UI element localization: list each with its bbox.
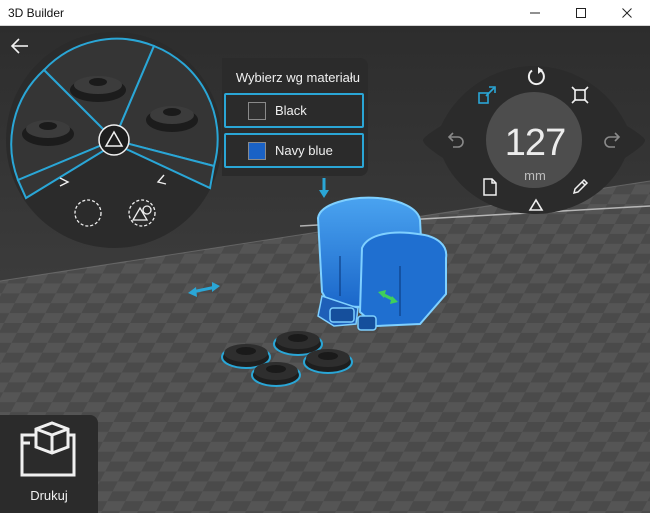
document-button[interactable] [477, 174, 503, 200]
material-option-navy-blue[interactable]: Navy blue [224, 133, 364, 168]
wheel-select-icon[interactable] [98, 124, 130, 156]
print-3d-icon [20, 421, 76, 477]
material-option-label: Navy blue [275, 143, 333, 158]
maximize-button[interactable] [558, 0, 604, 26]
redo-icon [604, 132, 621, 148]
close-button[interactable] [604, 0, 650, 26]
wheel-part-icon [70, 76, 126, 102]
size-control: 127 mm [421, 66, 647, 214]
minimize-button[interactable] [512, 0, 558, 26]
move-button[interactable] [475, 82, 501, 108]
maximize-icon [576, 8, 586, 18]
title-bar: 3D Builder [0, 0, 650, 26]
minimize-icon [530, 12, 540, 14]
rotate-icon [527, 67, 545, 86]
print-button[interactable]: Drukuj [0, 415, 98, 513]
rotate-button[interactable] [523, 64, 549, 90]
print-label: Drukuj [30, 488, 68, 503]
lock-aspect-button[interactable] [523, 192, 549, 218]
fit-button[interactable] [567, 82, 593, 108]
close-icon [622, 8, 632, 18]
document-icon [483, 178, 497, 196]
edit-button[interactable] [567, 174, 593, 200]
material-panel: Wybierz wg materiału Black Navy blue [222, 58, 368, 176]
fit-icon [571, 86, 589, 104]
redo-button[interactable] [601, 128, 627, 154]
pencil-icon [572, 178, 589, 195]
undo-icon [447, 132, 464, 148]
material-option-black[interactable]: Black [224, 93, 364, 128]
move-icon [478, 86, 496, 104]
material-option-label: Black [275, 103, 307, 118]
undo-button[interactable] [441, 128, 467, 154]
radial-menu [4, 30, 224, 250]
material-panel-header: Wybierz wg materiału [235, 70, 360, 85]
triangle-icon [528, 198, 544, 211]
color-swatch [248, 101, 266, 120]
size-value[interactable]: 127 [487, 122, 583, 165]
color-swatch [248, 141, 266, 160]
window-title: 3D Builder [8, 6, 65, 20]
